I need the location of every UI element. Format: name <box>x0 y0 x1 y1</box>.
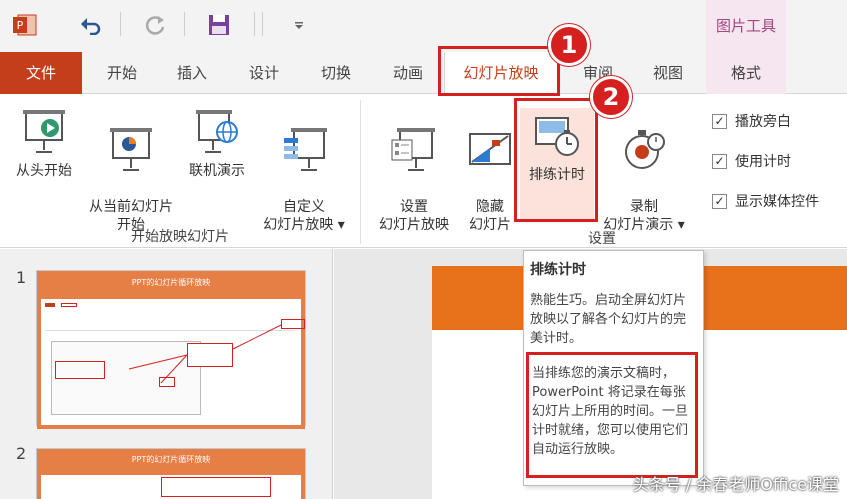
use-timings-checkbox[interactable]: ✓ 使用计时 <box>712 151 791 171</box>
redo-icon[interactable] <box>142 12 168 38</box>
picture-tools-context-label: 图片工具 <box>706 0 786 52</box>
tooltip-description: 熟能生巧。启动全屏幻灯片放映以了解各个幻灯片的完美计时。 <box>530 293 687 346</box>
annotation-box-tooltip-detail <box>526 352 698 478</box>
qat-divider <box>262 12 263 36</box>
checkbox-checked-icon: ✓ <box>712 153 727 169</box>
tab-view[interactable]: 视图 <box>640 52 696 94</box>
customize-qat-icon[interactable] <box>286 12 312 38</box>
play-narrations-label: 播放旁白 <box>735 114 791 130</box>
tab-file[interactable]: 文件 <box>0 52 82 94</box>
custom-slide-show-icon <box>284 128 327 171</box>
from-beginning-label: 从头开始 <box>16 163 72 179</box>
undo-icon[interactable] <box>78 12 104 38</box>
present-online-globe-icon <box>196 110 238 153</box>
record-stopwatch-icon <box>625 130 665 169</box>
slide-thumbnail-1[interactable]: PPT的幻灯片循环放映 <box>36 270 306 429</box>
show-media-controls-label: 显示媒体控件 <box>735 194 819 210</box>
show-media-controls-checkbox[interactable]: ✓ 显示媒体控件 <box>712 191 819 211</box>
powerpoint-logo-icon: P <box>12 12 38 38</box>
step-badge-2: 2 <box>590 76 632 118</box>
annotation-box-slide-show-tab <box>438 46 560 96</box>
present-online-label: 联机演示 <box>189 163 245 179</box>
tab-home[interactable]: 开始 <box>94 52 150 94</box>
record-slide-show-button[interactable]: 录制 幻灯片演示 ▾ <box>598 108 690 234</box>
slide-number: 2 <box>16 444 27 463</box>
thumbnail-screenshot <box>41 475 301 499</box>
set-up-slide-show-button[interactable]: 设置 幻灯片放映 <box>372 108 456 234</box>
qat-divider <box>254 12 255 36</box>
checkbox-checked-icon: ✓ <box>712 193 727 209</box>
from-beginning-button[interactable]: 从头开始 <box>8 108 80 180</box>
setup-group-label: 设置 <box>588 231 616 247</box>
thumbnail-title: PPT的幻灯片循环放映 <box>37 449 305 471</box>
slide-thumbnail-2[interactable]: PPT的幻灯片循环放映 <box>36 448 306 499</box>
set-up-show-icon <box>391 128 435 171</box>
watermark-text: 头条号 / 余春老师Office课堂 <box>632 475 839 494</box>
annotation-box-rehearse-timings <box>514 98 598 222</box>
slide-number: 1 <box>16 268 27 287</box>
play-narrations-checkbox[interactable]: ✓ 播放旁白 <box>712 111 791 131</box>
hide-slide-icon <box>469 133 511 165</box>
checkbox-checked-icon: ✓ <box>712 113 727 129</box>
tab-format[interactable]: 格式 <box>706 52 786 94</box>
start-slideshow-group-label: 开始放映幻灯片 <box>131 229 229 245</box>
thumbnail-title: PPT的幻灯片循环放映 <box>37 271 305 295</box>
tab-transitions[interactable]: 切换 <box>308 52 364 94</box>
step-badge-1: 1 <box>548 24 590 66</box>
present-online-button[interactable]: 联机演示 <box>184 108 250 180</box>
svg-text:P: P <box>17 19 24 32</box>
play-from-current-icon <box>110 128 152 171</box>
qat-divider <box>120 12 121 36</box>
from-current-slide-button[interactable]: 从当前幻灯片 开始 <box>82 108 180 234</box>
tab-insert[interactable]: 插入 <box>164 52 220 94</box>
tab-animations[interactable]: 动画 <box>380 52 436 94</box>
tab-design[interactable]: 设计 <box>236 52 292 94</box>
custom-slide-show-button[interactable]: 自定义 幻灯片放映 ▾ <box>258 108 350 234</box>
group-separator <box>360 100 361 244</box>
thumbnail-screenshot <box>41 299 305 425</box>
hide-slide-button[interactable]: 隐藏 幻灯片 <box>462 108 518 234</box>
save-icon[interactable] <box>206 12 232 38</box>
qat-divider <box>184 12 185 36</box>
play-from-start-icon <box>23 110 65 153</box>
use-timings-label: 使用计时 <box>735 154 791 170</box>
tooltip-title: 排练计时 <box>530 262 586 278</box>
